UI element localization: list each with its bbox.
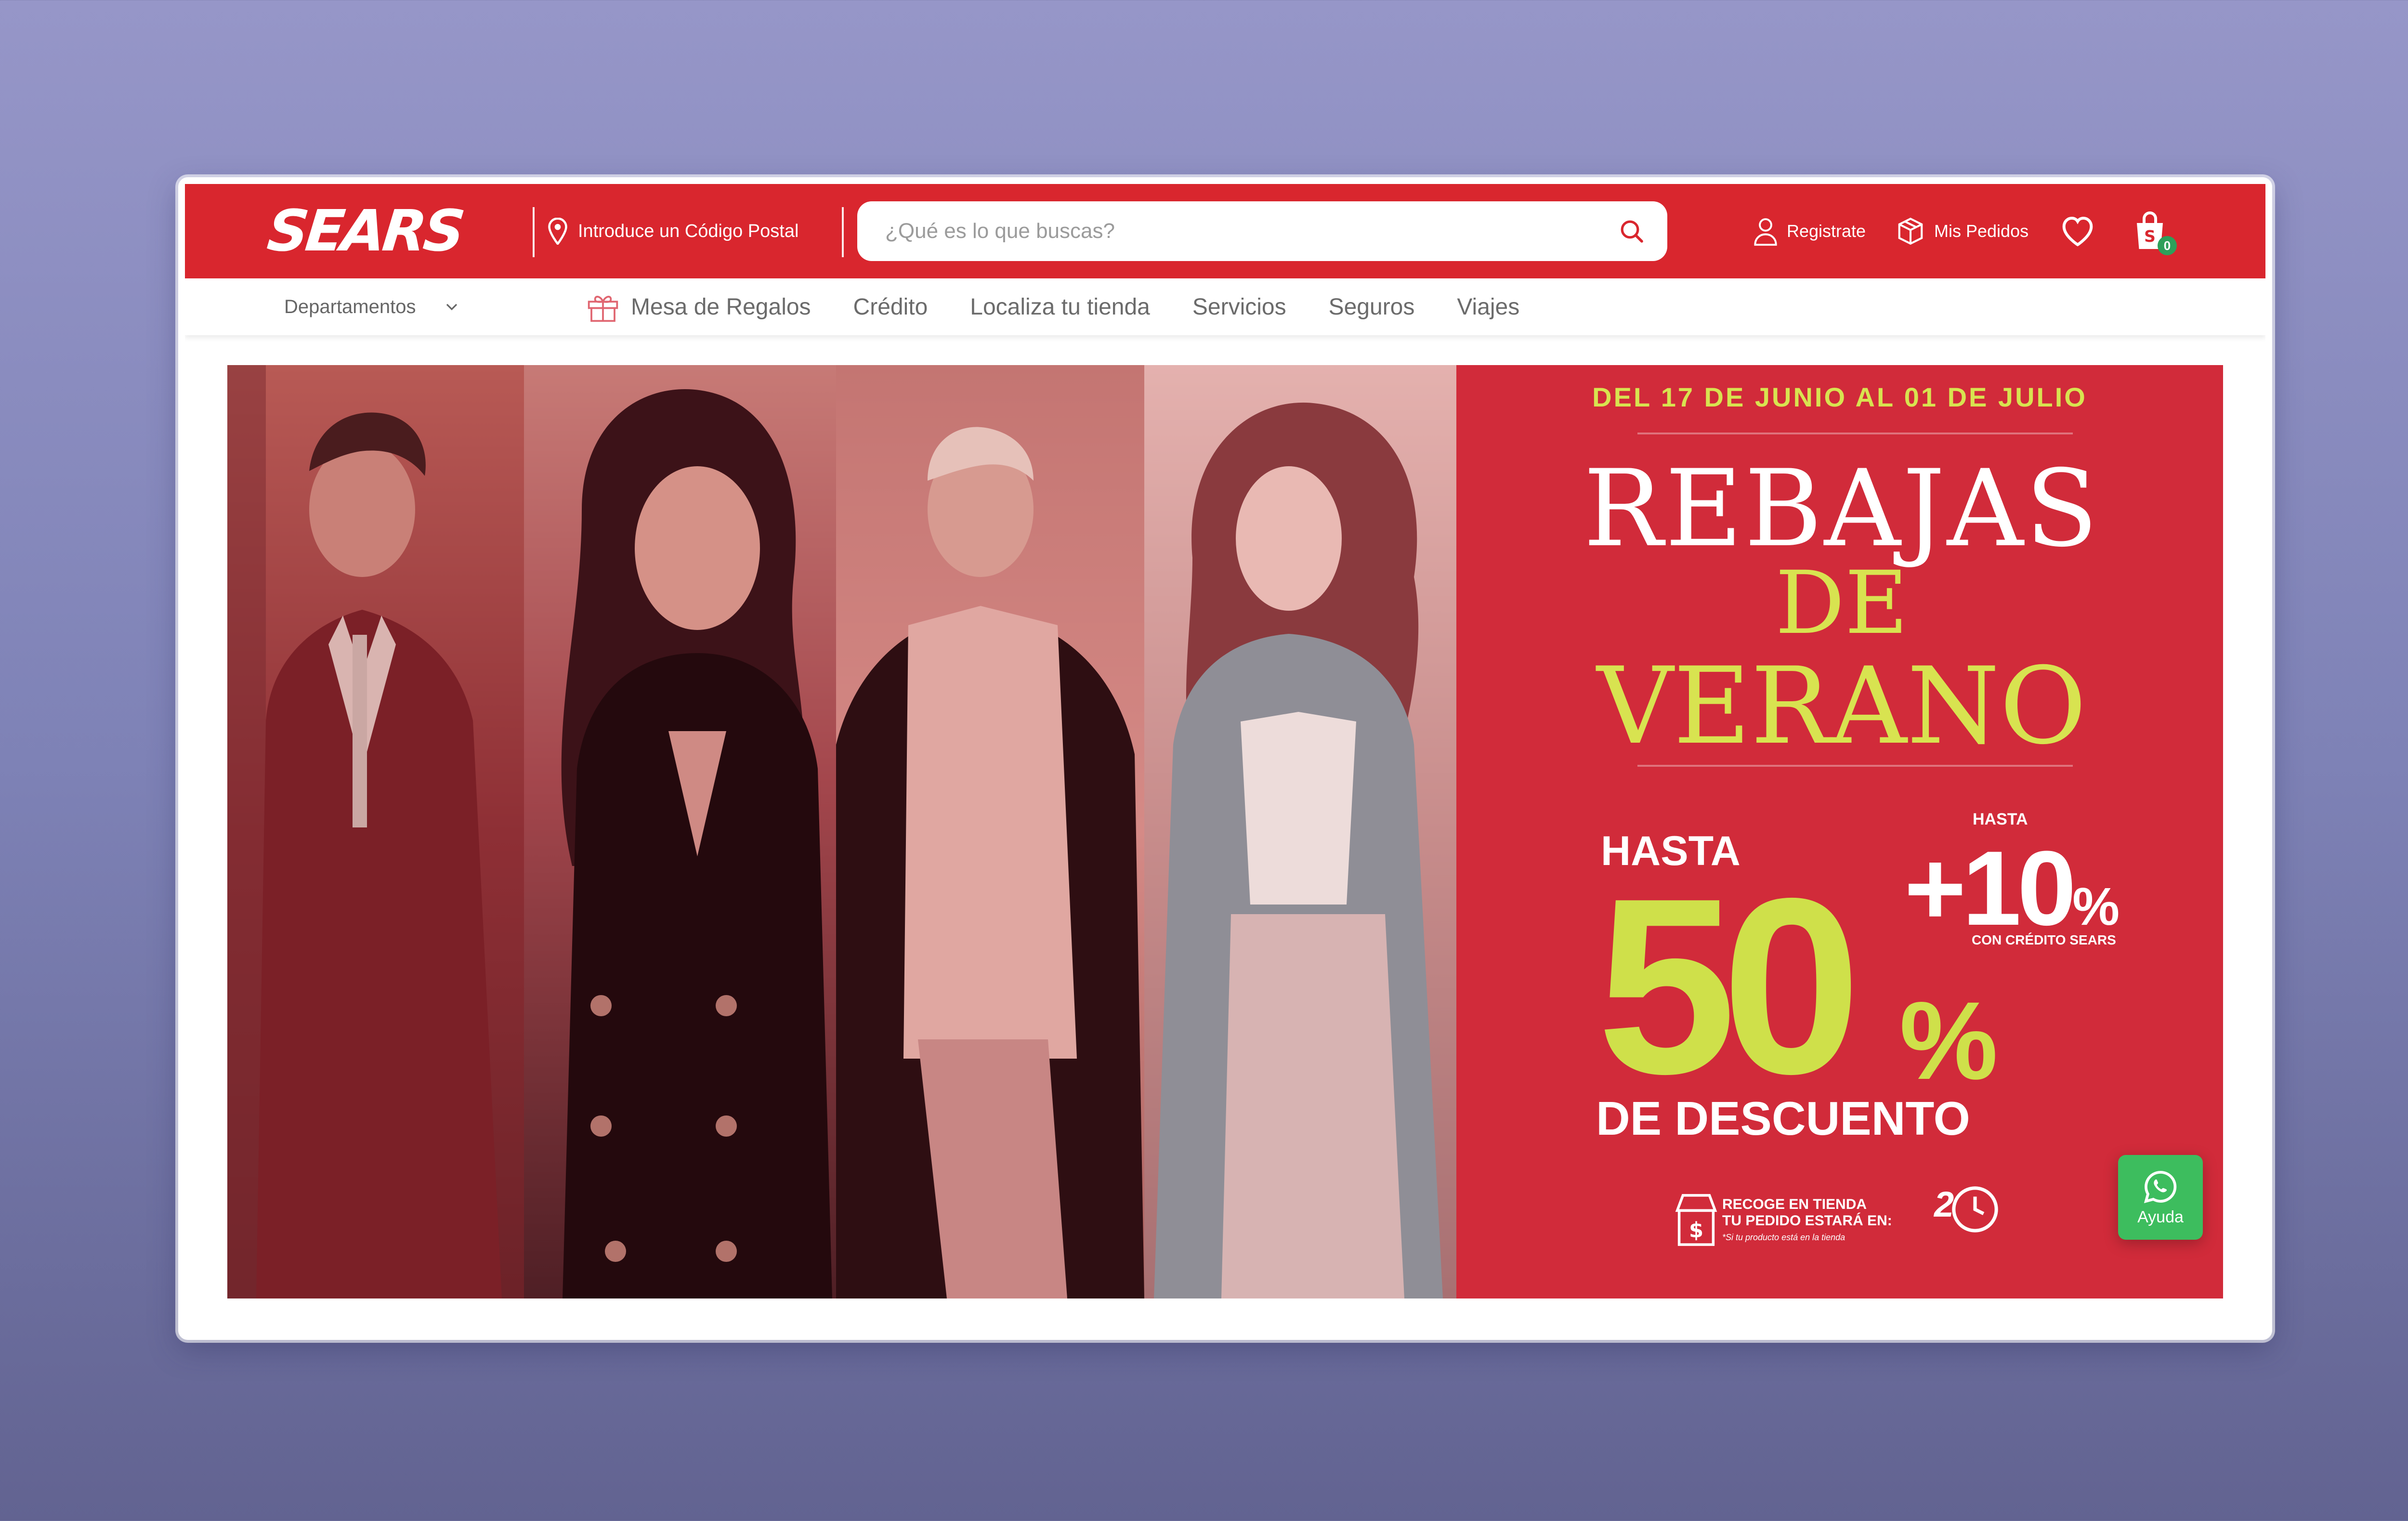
discount-amount: 50: [1597, 846, 1861, 1126]
model-silhouette: [227, 365, 502, 1298]
model-silhouette: [836, 427, 1144, 1298]
promo-dates: DEL 17 DE JUNIO AL 01 DE JULIO: [1592, 382, 2087, 412]
help-label: Ayuda: [2137, 1207, 2184, 1226]
nav-item-travel[interactable]: Viajes: [1457, 294, 1519, 320]
model-silhouette: [1154, 402, 1443, 1298]
extra-discount-prefix: HASTA: [1973, 810, 2028, 828]
extra-discount-percent: %: [2072, 877, 2120, 936]
nav-item-label: Viajes: [1457, 294, 1520, 320]
chevron-down-icon: [446, 303, 458, 311]
nav-item-label: Crédito: [853, 294, 928, 320]
my-orders-link[interactable]: Mis Pedidos: [1896, 213, 2028, 249]
svg-text:$: $: [1689, 1218, 1703, 1242]
extra-discount-amount: +10: [1904, 829, 2076, 947]
model-silhouette: [561, 389, 832, 1298]
gift-icon: [588, 296, 618, 322]
nav-item-gift-registry[interactable]: Mesa de Regalos: [586, 291, 811, 322]
nav-item-label: Mesa de Regalos: [631, 294, 811, 320]
search-bar: [857, 201, 1667, 261]
search-input[interactable]: [884, 219, 1589, 244]
navigation-bar: Departamentos Mesa de Regalos Crédito Lo…: [185, 278, 2265, 335]
store-pickup-icon: $: [1675, 1194, 1717, 1246]
discount-percent-sign: %: [1899, 979, 1998, 1102]
pickup-note: *Si tu producto está en la tienda: [1722, 1233, 1845, 1242]
departments-label: Departamentos: [284, 296, 416, 317]
divider: [533, 207, 535, 257]
nav-item-label: Localiza tu tienda: [970, 294, 1150, 320]
nav-item-credit[interactable]: Crédito: [853, 294, 928, 320]
whatsapp-help-button[interactable]: Ayuda: [2118, 1155, 2203, 1240]
svg-text:S: S: [2144, 227, 2156, 246]
nav-menu: Mesa de Regalos Crédito Localiza tu tien…: [586, 278, 1562, 335]
nav-item-store-locator[interactable]: Localiza tu tienda: [970, 294, 1150, 320]
clock-icon: [1952, 1186, 1998, 1233]
hero-banner[interactable]: DEL 17 DE JUNIO AL 01 DE JULIO REBAJAS D…: [227, 365, 2223, 1298]
divider: [1637, 433, 2073, 434]
discount-label: DE DESCUENTO: [1596, 1092, 1970, 1145]
promo-panel: DEL 17 DE JUNIO AL 01 DE JULIO REBAJAS D…: [1456, 365, 2223, 1298]
orders-label: Mis Pedidos: [1934, 221, 2029, 241]
search-icon[interactable]: [1618, 218, 1645, 245]
promo-title-line3: VERANO: [1597, 644, 2087, 768]
nav-item-insurance[interactable]: Seguros: [1329, 294, 1415, 320]
postal-code-label: Introduce un Código Postal: [578, 221, 799, 241]
model-photo-man-suit: [227, 365, 524, 1298]
model-photo-woman-denim: [1144, 365, 1456, 1298]
browser-window: SEARS Introduce un Código Postal Registr…: [178, 177, 2272, 1340]
sears-logo[interactable]: SEARS: [264, 197, 465, 264]
departments-dropdown[interactable]: Departamentos: [284, 278, 459, 335]
divider: [1637, 765, 2073, 767]
cart-button[interactable]: S 0: [2133, 210, 2177, 255]
cart-count-badge: 0: [2158, 236, 2177, 255]
divider: [842, 207, 844, 257]
nav-item-services[interactable]: Servicios: [1192, 294, 1286, 320]
pickup-line2: TU PEDIDO ESTARÁ EN:: [1722, 1213, 1892, 1229]
wishlist-heart-icon[interactable]: [2058, 211, 2097, 249]
model-photo-man-casual: [836, 365, 1144, 1298]
pickup-line1: RECOGE EN TIENDA: [1722, 1196, 1867, 1212]
nav-item-label: Servicios: [1192, 294, 1286, 320]
model-photo-woman-black-dress: [524, 365, 836, 1298]
register-link[interactable]: Registrate: [1753, 213, 1866, 249]
pickup-info: RECOGE EN TIENDA TU PEDIDO ESTARÁ EN: *S…: [1722, 1196, 1892, 1246]
user-icon: [1754, 218, 1777, 246]
promo-title-line1: REBAJAS: [1583, 447, 2100, 570]
extra-discount: +10%: [1904, 827, 2120, 949]
page: SEARS Introduce un Código Postal Registr…: [185, 184, 2265, 1333]
promo-title-line2: DE: [1775, 553, 1908, 654]
whatsapp-icon: [2144, 1170, 2177, 1203]
logo-text: SEARS: [264, 197, 466, 264]
location-pin-icon: [548, 218, 567, 245]
package-icon: [1898, 217, 1923, 245]
top-header: SEARS Introduce un Código Postal Registr…: [185, 184, 2265, 278]
nav-item-label: Seguros: [1328, 294, 1415, 320]
register-label: Registrate: [1787, 221, 1866, 241]
extra-discount-note: CON CRÉDITO SEARS: [1972, 932, 2116, 947]
postal-code-selector[interactable]: Introduce un Código Postal: [547, 211, 798, 251]
